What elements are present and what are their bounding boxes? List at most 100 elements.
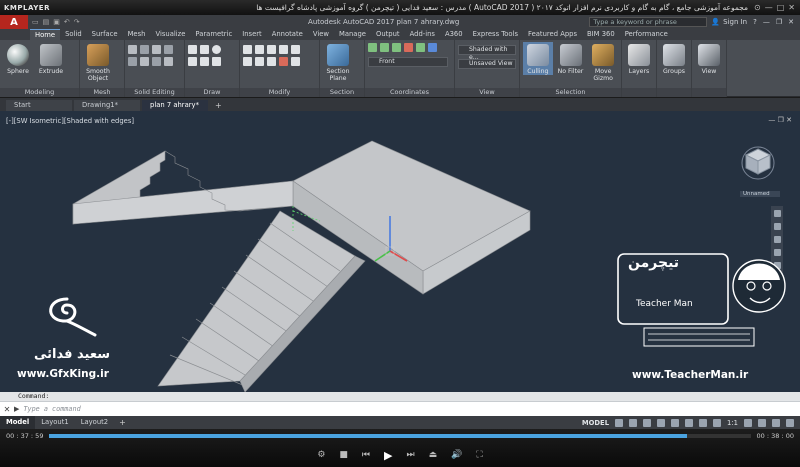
next-icon[interactable]: ⏭ [407, 450, 415, 460]
named-view-dropdown[interactable]: Unsaved View [458, 59, 516, 69]
fillet-icon[interactable] [291, 45, 300, 54]
ucs-origin-icon[interactable] [392, 43, 401, 52]
panel-title-solid-editing[interactable]: Solid Editing [125, 88, 184, 97]
ribbon-tab-manage[interactable]: Manage [334, 29, 371, 40]
fillet-edge-icon[interactable] [140, 57, 149, 66]
move-gizmo-button[interactable]: Move Gizmo [588, 42, 618, 82]
ribbon-tab-featured-apps[interactable]: Featured Apps [523, 29, 582, 40]
polar-icon[interactable] [657, 418, 666, 427]
move-icon[interactable] [243, 45, 252, 54]
otrack-icon[interactable] [685, 418, 694, 427]
ribbon-tab-mesh[interactable]: Mesh [123, 29, 151, 40]
ribbon-tab-performance[interactable]: Performance [620, 29, 673, 40]
play-icon[interactable]: ▶ [384, 449, 392, 462]
kmplayer-logo[interactable]: KMPLAYER [0, 4, 49, 12]
explode-icon[interactable] [291, 57, 300, 66]
ribbon-tab-view[interactable]: View [308, 29, 334, 40]
shell-icon[interactable] [128, 57, 137, 66]
annotation-scale[interactable]: 1:1 [727, 419, 738, 427]
ribbon-tab-parametric[interactable]: Parametric [190, 29, 237, 40]
slice-icon[interactable] [164, 45, 173, 54]
add-layout-icon[interactable]: + [114, 418, 131, 427]
extract-edges-icon[interactable] [152, 57, 161, 66]
pin-icon[interactable]: ⊙ [754, 3, 761, 12]
drawing-viewport[interactable]: [-][SW Isometric][Shaded with edges] — ❐… [0, 111, 800, 392]
scale-icon[interactable] [255, 57, 264, 66]
eject-icon[interactable]: ⏏ [429, 450, 438, 460]
ribbon-tab-a360[interactable]: A360 [440, 29, 468, 40]
polyline-icon[interactable] [200, 45, 209, 54]
close-icon[interactable]: ✕ [788, 18, 794, 26]
section-plane-button[interactable]: Section Plane [323, 42, 353, 82]
minimize-icon[interactable]: — [765, 3, 773, 12]
ucs-x-icon[interactable] [404, 43, 413, 52]
grid-icon[interactable] [615, 418, 624, 427]
ribbon-tab-add-ins[interactable]: Add-ins [405, 29, 440, 40]
union-icon[interactable] [128, 45, 137, 54]
copy-icon[interactable] [267, 45, 276, 54]
help-icon[interactable]: ? [753, 18, 757, 26]
rotate-icon[interactable] [255, 45, 264, 54]
erase-icon[interactable] [279, 57, 288, 66]
view-direction-dropdown[interactable]: Front [368, 57, 448, 67]
fullscreen-toggle-icon[interactable]: ⛶ [476, 450, 482, 460]
steering-wheel-icon[interactable] [773, 210, 781, 217]
mirror-icon[interactable] [279, 45, 288, 54]
line-icon[interactable] [188, 45, 197, 54]
open-icon[interactable]: ▤ [43, 18, 50, 26]
model-space-button[interactable]: MODEL [582, 419, 609, 427]
view-button[interactable]: View [695, 42, 723, 75]
ortho-icon[interactable] [643, 418, 652, 427]
ribbon-tab-insert[interactable]: Insert [237, 29, 267, 40]
osnap-icon[interactable] [671, 418, 680, 427]
close-icon[interactable]: ✕ [788, 3, 795, 12]
layout-tab-model[interactable]: Model [0, 416, 36, 429]
command-prompt-icon[interactable]: ▶ [14, 405, 19, 413]
pan-icon[interactable] [773, 223, 781, 230]
culling-button[interactable]: Culling [523, 42, 553, 75]
fullscreen-icon[interactable] [772, 418, 780, 427]
search-input[interactable]: Type a keyword or phrase [589, 17, 708, 27]
ribbon-tab-visualize[interactable]: Visualize [150, 29, 190, 40]
ribbon-tab-output[interactable]: Output [371, 29, 405, 40]
panel-title-section[interactable]: Section [320, 88, 364, 97]
workspace-icon[interactable] [744, 418, 752, 427]
stop-icon[interactable]: ■ [339, 450, 348, 460]
layout-tab-layout2[interactable]: Layout2 [75, 416, 114, 429]
ucs-z-icon[interactable] [428, 43, 437, 52]
stretch-icon[interactable] [243, 57, 252, 66]
volume-icon[interactable]: 🔊 [451, 450, 462, 460]
file-tab[interactable]: Drawing1* [74, 100, 140, 111]
groups-button[interactable]: Groups [660, 42, 688, 75]
rectangle-icon[interactable] [200, 57, 209, 66]
arc-icon[interactable] [188, 57, 197, 66]
new-icon[interactable]: ▭ [32, 18, 39, 26]
panel-title-mesh[interactable]: Mesh [80, 88, 124, 97]
intersect-icon[interactable] [152, 45, 161, 54]
seek-bar[interactable] [49, 434, 751, 438]
separate-icon[interactable] [164, 57, 173, 66]
ribbon-tab-surface[interactable]: Surface [87, 29, 123, 40]
panel-title-selection[interactable]: Selection [520, 88, 621, 97]
circle-icon[interactable] [212, 45, 221, 54]
redo-icon[interactable]: ↷ [74, 18, 80, 26]
user-icon[interactable]: 👤 [711, 18, 720, 26]
ribbon-tab-annotate[interactable]: Annotate [267, 29, 308, 40]
no-filter-button[interactable]: No Filter [556, 42, 586, 75]
close-command-icon[interactable]: ✕ [0, 405, 14, 414]
prev-icon[interactable]: ⏮ [362, 450, 370, 460]
ribbon-tab-home[interactable]: Home [30, 29, 61, 40]
save-icon[interactable]: ▣ [53, 18, 60, 26]
restore-icon[interactable]: ❐ [776, 18, 782, 26]
panel-title-coordinates[interactable]: Coordinates [365, 88, 454, 97]
command-input[interactable]: Type a command [23, 405, 80, 413]
ucs-world-icon[interactable] [380, 43, 389, 52]
panel-title-draw[interactable]: Draw [185, 88, 239, 97]
lineweight-icon[interactable] [699, 418, 708, 427]
snap-icon[interactable] [629, 418, 638, 427]
ribbon-tab-solid[interactable]: Solid [60, 29, 87, 40]
ucs-menu-dropdown[interactable]: Unnamed [740, 191, 780, 197]
autocad-app-button[interactable]: A [0, 15, 28, 29]
undo-icon[interactable]: ↶ [64, 18, 70, 26]
extrude-button[interactable]: Extrude [36, 42, 66, 75]
